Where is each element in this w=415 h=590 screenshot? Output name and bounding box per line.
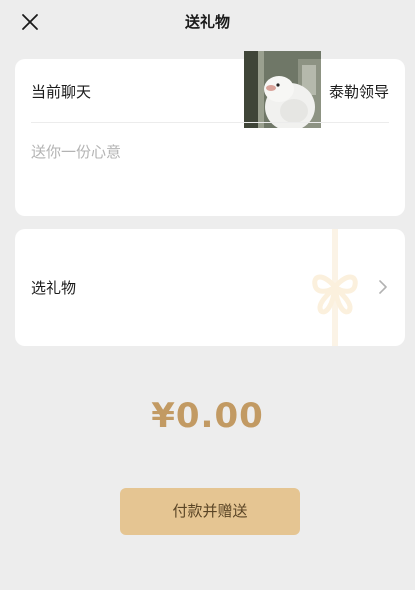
chevron-right-icon [379,280,387,294]
divider [31,122,389,123]
page-title: 送礼物 [184,13,230,31]
message-input[interactable] [31,141,389,163]
recipient-label: 当前聊天 [31,83,92,101]
white-bird-avatar [244,51,321,128]
select-gift-card[interactable]: 选礼物 [15,229,405,346]
recipient-name: 泰勒领导 [328,83,389,101]
recipient-card: 当前聊天 泰勒领导 [15,51,405,216]
header: 送礼物 [0,0,415,44]
ribbon-bow-icon [312,229,358,346]
recipient-row[interactable]: 当前聊天 泰勒领导 [15,51,405,128]
gift-page: 送礼物 当前聊天 泰勒领导 送你一份心意 选礼物 ¥0.00 付款并赠送 [0,0,415,590]
pay-and-send-button[interactable]: 付款并赠送 [120,488,300,535]
select-gift-label: 选礼物 [31,279,77,297]
amount-display: ¥0.00 [151,396,264,436]
avatar [244,51,321,128]
